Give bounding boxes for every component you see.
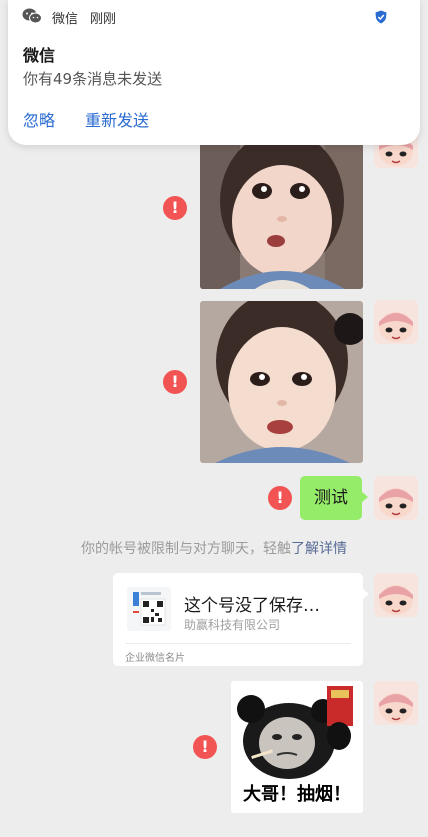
qr-code-icon [127, 587, 171, 631]
contact-card-title: 这个号没了保存… [184, 596, 320, 616]
panda-smoking-sticker-icon [237, 686, 353, 779]
avatar[interactable] [374, 476, 418, 520]
notification-title: 微信 [23, 46, 56, 65]
resend-button[interactable]: 重新发送 [85, 107, 149, 131]
push-notification[interactable]: 微信 刚刚 微信 你有49条消息未发送 忽略 重新发送 [8, 0, 420, 145]
shield-check-icon [374, 9, 388, 24]
divider [125, 643, 351, 644]
system-notice-text: 你的帐号被限制与对方聊天，轻触 [81, 541, 291, 557]
wechat-icon [22, 8, 42, 24]
avatar[interactable] [374, 300, 418, 344]
send-failed-icon[interactable]: ! [268, 486, 292, 510]
contact-card-company: 助赢科技有限公司 [184, 618, 281, 632]
notification-body: 你有49条消息未发送 [23, 70, 163, 88]
notification-time: 刚刚 [90, 12, 117, 27]
ignore-button[interactable]: 忽略 [23, 107, 55, 131]
sticker-message[interactable]: 大哥！抽烟！ [231, 681, 363, 813]
notification-app-name: 微信 [52, 12, 79, 27]
contact-card-type-label: 企业微信名片 [125, 653, 185, 664]
send-failed-icon[interactable]: ! [163, 196, 187, 220]
send-failed-icon[interactable]: ! [193, 735, 217, 759]
avatar[interactable] [374, 681, 418, 725]
image-message[interactable] [200, 301, 363, 463]
learn-more-link[interactable]: 了解详情 [291, 541, 347, 557]
contact-card-message[interactable]: 这个号没了保存… 助赢科技有限公司 企业微信名片 [113, 573, 369, 666]
avatar[interactable] [374, 573, 418, 617]
text-message-bubble[interactable]: 测试 [300, 476, 368, 520]
image-message[interactable] [200, 141, 363, 289]
sticker-caption: 大哥！抽烟！ [243, 784, 351, 805]
send-failed-icon[interactable]: ! [163, 370, 187, 394]
system-notice: 你的帐号被限制与对方聊天，轻触了解详情 [0, 538, 428, 558]
